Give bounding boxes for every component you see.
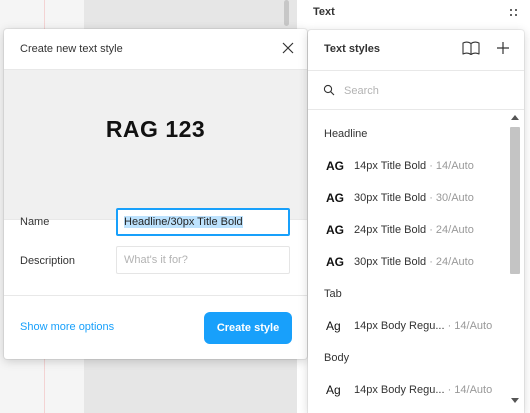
group-label-tab: Tab xyxy=(324,288,342,300)
style-name: 24px Title Bold · 24/Auto xyxy=(354,224,474,236)
style-row[interactable]: AG 30px Title Bold · 24/Auto xyxy=(308,246,508,278)
text-styles-title: Text styles xyxy=(324,43,381,55)
style-meta: · 30/Auto xyxy=(426,192,474,204)
style-row[interactable]: Ag 14px Body Regu... · 14/Auto xyxy=(308,374,508,406)
text-style-icon: AG xyxy=(326,223,344,237)
text-style-icon: AG xyxy=(326,159,344,173)
style-meta: · 24/Auto xyxy=(426,256,474,268)
style-row[interactable]: AG 30px Title Bold · 30/Auto xyxy=(308,182,508,214)
search-icon xyxy=(323,84,335,96)
style-row[interactable]: AG 24px Title Bold · 24/Auto xyxy=(308,214,508,246)
show-more-options-link[interactable]: Show more options xyxy=(20,321,114,333)
search-bar xyxy=(308,70,524,110)
modal-title: Create new text style xyxy=(20,43,123,55)
description-field[interactable]: What's it for? xyxy=(116,246,290,274)
scroll-up-icon[interactable] xyxy=(511,115,519,120)
style-name: 14px Title Bold · 14/Auto xyxy=(354,160,474,172)
drag-handle-icon[interactable] xyxy=(509,8,519,18)
search-input[interactable] xyxy=(342,80,506,102)
text-style-icon: AG xyxy=(326,255,344,269)
text-style-icon: AG xyxy=(326,191,344,205)
group-label-body: Body xyxy=(324,352,350,364)
style-meta: · 14/Auto xyxy=(444,320,493,332)
description-label: Description xyxy=(20,255,76,267)
style-meta: · 24/Auto xyxy=(426,224,474,236)
canvas-scrollbar[interactable] xyxy=(284,0,289,26)
name-label: Name xyxy=(20,216,50,228)
style-name: 14px Body Regu... · 14/Auto xyxy=(354,384,493,396)
plus-icon[interactable] xyxy=(496,41,510,55)
create-text-style-modal: Create new text style RAG 123 Name Headl… xyxy=(4,29,307,359)
scroll-down-icon[interactable] xyxy=(511,398,519,403)
create-style-button[interactable]: Create style xyxy=(204,312,292,344)
style-name: 30px Title Bold · 24/Auto xyxy=(354,256,474,268)
style-name: 30px Title Bold · 30/Auto xyxy=(354,192,474,204)
style-meta: · 14/Auto xyxy=(426,160,474,172)
style-row[interactable]: AG 14px Title Bold · 14/Auto xyxy=(308,150,508,182)
text-styles-panel: Text styles Headline AG 14px Title Bold … xyxy=(308,30,524,413)
text-style-icon: Ag xyxy=(326,383,341,397)
scrollbar-thumb[interactable] xyxy=(510,127,520,274)
text-section-header: Text xyxy=(313,6,335,18)
close-icon[interactable] xyxy=(280,40,296,56)
style-meta: · 14/Auto xyxy=(444,384,493,396)
modal-divider xyxy=(4,295,307,296)
text-style-icon: Ag xyxy=(326,319,341,333)
style-row[interactable]: Ag 14px Body Regu... · 14/Auto xyxy=(308,310,508,342)
group-label-headline: Headline xyxy=(324,128,368,140)
style-preview: RAG 123 xyxy=(4,69,307,220)
style-name: 14px Body Regu... · 14/Auto xyxy=(354,320,493,332)
book-icon[interactable] xyxy=(462,41,480,55)
preview-sample-text: RAG 123 xyxy=(105,116,206,142)
name-field[interactable]: Headline/30px Title Bold xyxy=(116,208,290,236)
name-field-value: Headline/30px Title Bold xyxy=(124,216,243,228)
